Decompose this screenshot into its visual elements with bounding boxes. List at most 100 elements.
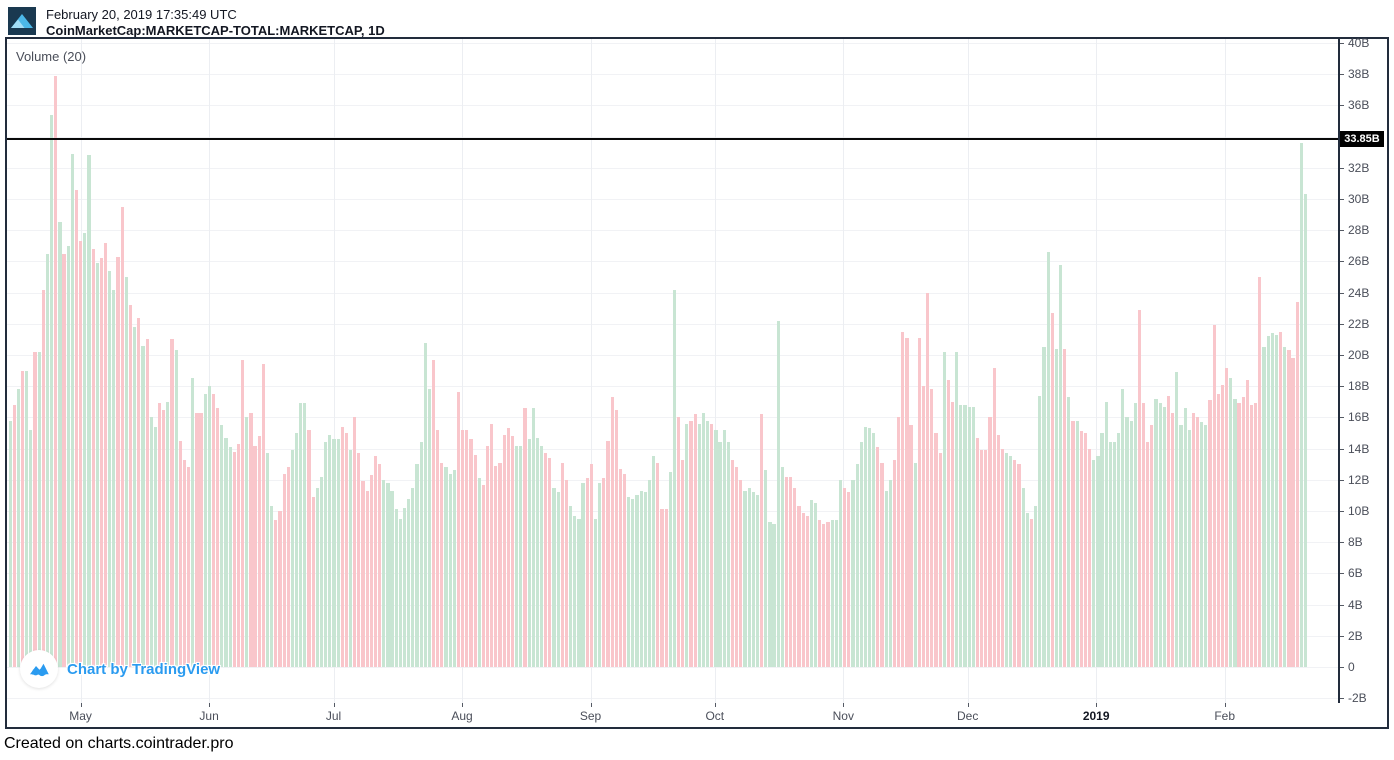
volume-bar[interactable] [316, 488, 319, 667]
volume-bar[interactable] [984, 450, 987, 667]
volume-bar[interactable] [1287, 350, 1290, 667]
volume-bar[interactable] [38, 352, 41, 667]
volume-bar[interactable] [332, 439, 335, 667]
volume-bar[interactable] [278, 511, 281, 667]
volume-bar[interactable] [1296, 302, 1299, 667]
volume-bar[interactable] [150, 417, 153, 667]
volume-bar[interactable] [465, 430, 468, 667]
volume-bar[interactable] [141, 346, 144, 667]
volume-bar[interactable] [1208, 400, 1211, 667]
volume-bar[interactable] [204, 394, 207, 667]
volume-bar[interactable] [856, 464, 859, 667]
volume-bar[interactable] [665, 509, 668, 667]
volume-bar[interactable] [303, 403, 306, 667]
volume-bar[interactable] [129, 305, 132, 667]
volume-bar[interactable] [764, 470, 767, 667]
volume-bar[interactable] [926, 293, 929, 667]
volume-bar[interactable] [897, 417, 900, 667]
volume-bar[interactable] [299, 403, 302, 667]
volume-bar[interactable] [415, 464, 418, 667]
volume-bar[interactable] [96, 263, 99, 667]
volume-bar[interactable] [1042, 347, 1045, 667]
volume-bar[interactable] [229, 447, 232, 667]
volume-bar[interactable] [241, 360, 244, 667]
volume-bar[interactable] [980, 450, 983, 667]
volume-bar[interactable] [822, 524, 825, 668]
volume-bar[interactable] [1283, 347, 1286, 667]
volume-bar[interactable] [976, 438, 979, 667]
volume-bar[interactable] [1005, 453, 1008, 667]
volume-bar[interactable] [486, 446, 489, 668]
volume-bar[interactable] [21, 371, 24, 667]
volume-bar[interactable] [955, 352, 958, 667]
volume-bar[interactable] [1254, 403, 1257, 667]
volume-bar[interactable] [1130, 421, 1133, 668]
volume-bar[interactable] [689, 421, 692, 668]
volume-bar[interactable] [1229, 378, 1232, 667]
volume-bar[interactable] [797, 506, 800, 667]
volume-bar[interactable] [943, 352, 946, 667]
volume-bar[interactable] [839, 480, 842, 667]
volume-bar[interactable] [133, 327, 136, 667]
volume-bar[interactable] [573, 516, 576, 667]
volume-bar[interactable] [868, 428, 871, 667]
volume-bar[interactable] [581, 483, 584, 667]
volume-bar[interactable] [233, 452, 236, 667]
volume-bar[interactable] [1171, 413, 1174, 667]
volume-bar[interactable] [843, 488, 846, 667]
volume-bar[interactable] [1246, 380, 1249, 667]
volume-bar[interactable] [880, 463, 883, 667]
volume-bar[interactable] [50, 115, 53, 667]
volume-bar[interactable] [1088, 449, 1091, 667]
volume-bar[interactable] [25, 371, 28, 667]
volume-bar[interactable] [1192, 413, 1195, 667]
volume-bar[interactable] [224, 438, 227, 667]
volume-bar[interactable] [166, 402, 169, 667]
volume-bar[interactable] [727, 442, 730, 667]
volume-bar[interactable] [125, 277, 128, 667]
volume-bar[interactable] [1051, 313, 1054, 667]
volume-bar[interactable] [1084, 433, 1087, 667]
volume-bar[interactable] [1038, 396, 1041, 667]
volume-bar[interactable] [54, 76, 57, 667]
volume-bar[interactable] [453, 470, 456, 667]
volume-bar[interactable] [108, 271, 111, 667]
volume-bar[interactable] [1117, 433, 1120, 667]
volume-bar[interactable] [386, 483, 389, 667]
volume-bar[interactable] [374, 456, 377, 667]
volume-bar[interactable] [258, 436, 261, 667]
attribution-link[interactable]: Chart by TradingView [67, 661, 220, 678]
volume-bar[interactable] [714, 430, 717, 667]
volume-bar[interactable] [498, 463, 501, 667]
volume-bar[interactable] [785, 477, 788, 667]
volume-bar[interactable] [1258, 277, 1261, 667]
volume-bar[interactable] [569, 506, 572, 667]
volume-bar[interactable] [993, 368, 996, 668]
volume-bar[interactable] [92, 249, 95, 667]
volume-bar[interactable] [1200, 422, 1203, 667]
tradingview-attribution[interactable]: Chart by TradingView [20, 650, 220, 688]
volume-bar[interactable] [548, 458, 551, 667]
volume-bar[interactable] [237, 444, 240, 667]
volume-bar[interactable] [598, 483, 601, 667]
volume-bar[interactable] [370, 475, 373, 667]
volume-bar[interactable] [283, 474, 286, 667]
volume-bar[interactable] [611, 397, 614, 667]
volume-bar[interactable] [1134, 403, 1137, 667]
volume-bar[interactable] [33, 352, 36, 667]
volume-bar[interactable] [1159, 403, 1162, 667]
volume-bar[interactable] [519, 446, 522, 668]
volume-bar[interactable] [685, 424, 688, 667]
volume-bar[interactable] [1213, 325, 1216, 667]
volume-bar[interactable] [735, 467, 738, 667]
volume-bar[interactable] [631, 499, 634, 668]
volume-bar[interactable] [1030, 519, 1033, 667]
volume-bar[interactable] [121, 207, 124, 667]
volume-bar[interactable] [291, 450, 294, 667]
volume-bar[interactable] [702, 413, 705, 667]
volume-bar[interactable] [208, 386, 211, 667]
volume-bar[interactable] [1055, 349, 1058, 667]
volume-bar[interactable] [802, 513, 805, 667]
volume-bar[interactable] [216, 408, 219, 667]
volume-bar[interactable] [175, 350, 178, 667]
